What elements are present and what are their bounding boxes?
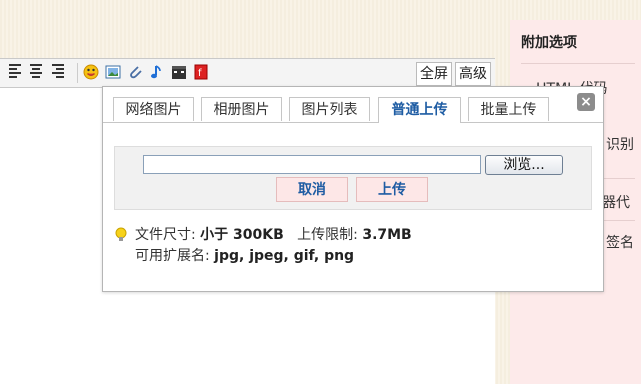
panel-title: 附加选项 [521, 35, 577, 51]
option-fragment: 签名 [606, 235, 634, 251]
size-label: 文件尺寸: [135, 227, 196, 243]
option-fragment: 器代 [602, 195, 630, 211]
align-right-icon[interactable] [52, 64, 68, 80]
browse-button[interactable]: 浏览... [485, 155, 563, 175]
limit-label: 上传限制: [297, 227, 358, 243]
tab-album-image[interactable]: 相册图片 [201, 97, 282, 121]
flash-icon[interactable]: f [193, 64, 209, 80]
svg-text:f: f [198, 68, 202, 79]
align-left-icon[interactable] [9, 64, 25, 80]
extension-info: 可用扩展名: jpg, jpeg, gif, png [135, 246, 354, 266]
tab-web-image[interactable]: 网络图片 [113, 97, 194, 121]
ext-label: 可用扩展名: [135, 248, 210, 264]
option-fragment: 识别 [606, 137, 634, 153]
upload-button[interactable]: 上传 [356, 177, 428, 202]
fullscreen-button[interactable]: 全屏 [416, 62, 452, 86]
close-button[interactable]: × [577, 93, 595, 111]
attachment-icon[interactable] [127, 64, 143, 80]
video-icon[interactable] [171, 64, 187, 80]
cancel-button[interactable]: 取消 [276, 177, 348, 202]
file-size-info: 文件尺寸: 小于 300KB 上传限制: 3.7MB [135, 225, 412, 245]
emoticon-icon[interactable] [83, 64, 99, 80]
lightbulb-icon [115, 227, 127, 241]
image-icon[interactable] [105, 64, 121, 80]
align-center-icon[interactable] [30, 64, 46, 80]
advanced-button[interactable]: 高级 [455, 62, 491, 86]
dialog-tabbar: 网络图片 相册图片 图片列表 普通上传 批量上传 [103, 97, 603, 123]
file-path-input[interactable] [143, 155, 481, 174]
editor-toolbar: f 全屏 高级 [0, 58, 495, 88]
toolbar-separator [77, 63, 78, 83]
divider [521, 63, 635, 64]
tab-image-list[interactable]: 图片列表 [289, 97, 370, 121]
music-icon[interactable] [149, 64, 165, 80]
ext-value: jpg, jpeg, gif, png [214, 248, 355, 264]
tab-normal-upload[interactable]: 普通上传 [378, 97, 461, 123]
tab-batch-upload[interactable]: 批量上传 [468, 97, 549, 121]
image-upload-dialog: 网络图片 相册图片 图片列表 普通上传 批量上传 × 浏览... 取消 上传 文… [102, 86, 604, 292]
upload-form: 浏览... 取消 上传 [114, 146, 592, 210]
size-value: 小于 300KB [200, 227, 284, 243]
limit-value: 3.7MB [362, 227, 412, 243]
